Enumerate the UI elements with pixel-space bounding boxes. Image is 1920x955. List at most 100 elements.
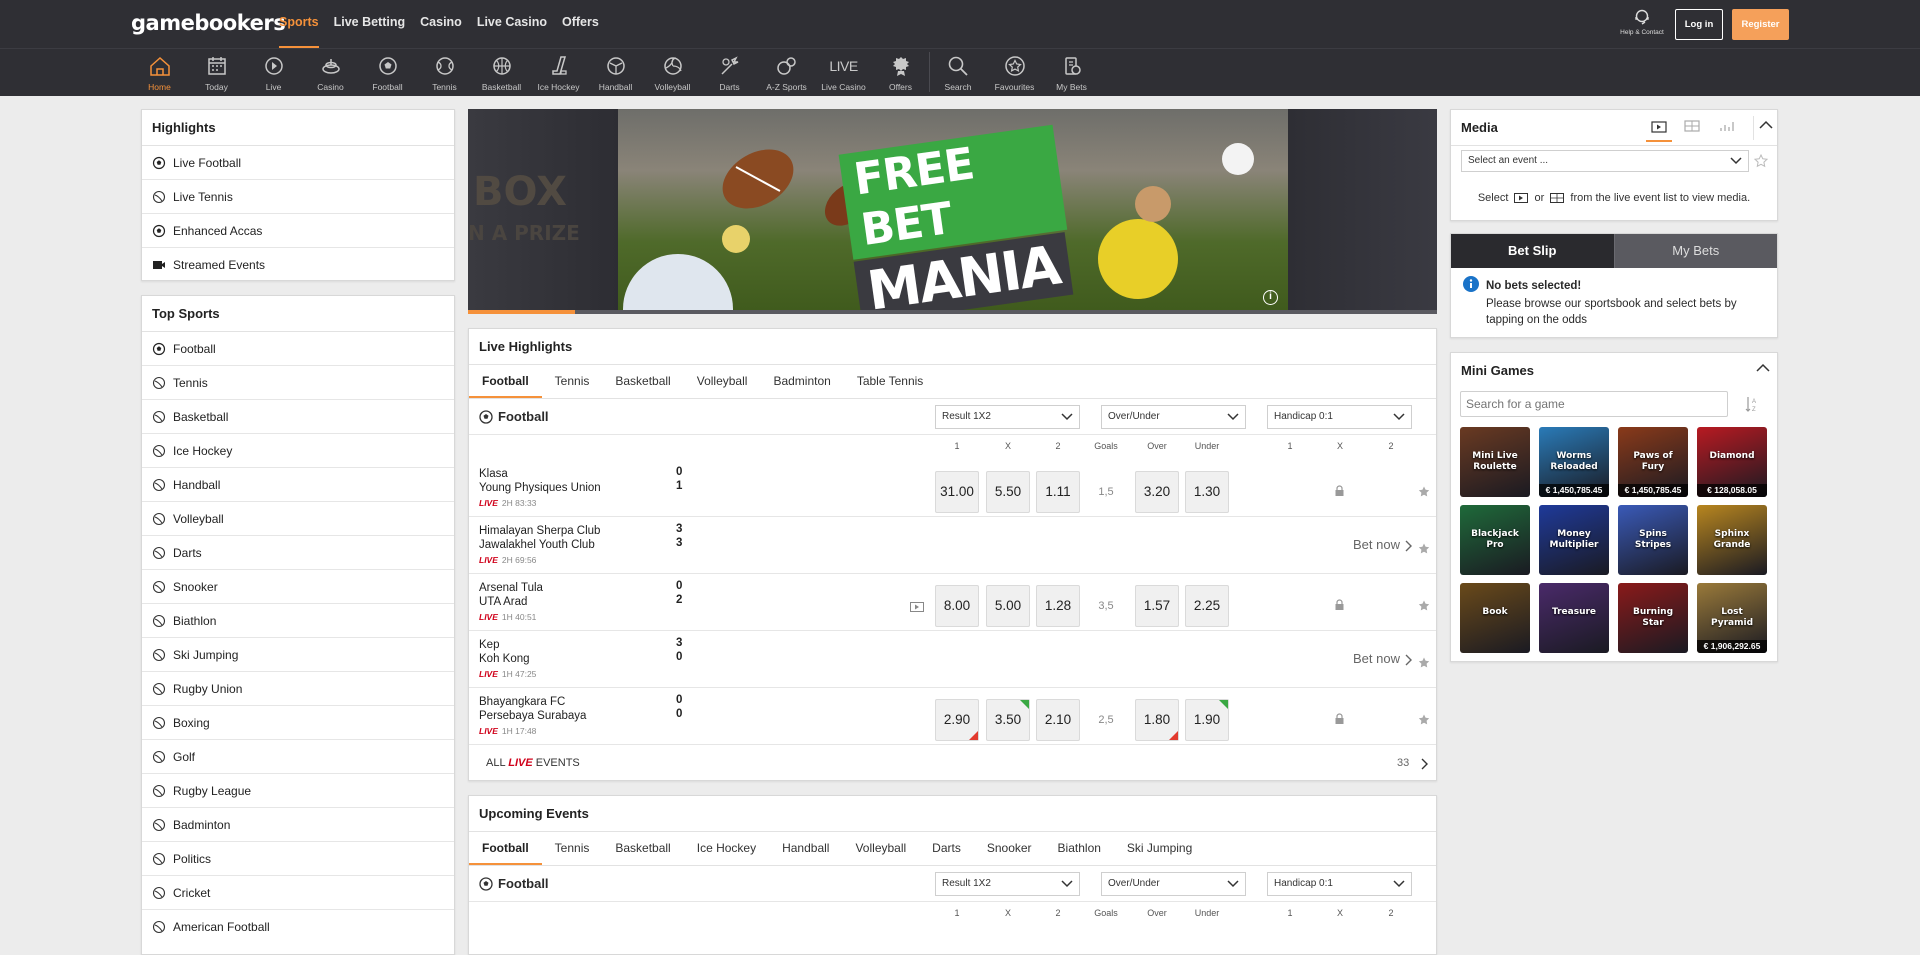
handicap-select[interactable]: Handicap 0:1 bbox=[1267, 872, 1412, 896]
favourite-button[interactable] bbox=[1418, 486, 1430, 501]
gamebookers-logo[interactable]: gamebookers bbox=[131, 11, 286, 35]
sidebar-item-live-football[interactable]: Live Football bbox=[142, 146, 454, 180]
over-under-select[interactable]: Over/Under bbox=[1101, 872, 1246, 896]
nav-live-casino[interactable]: LIVE Live Casino bbox=[815, 52, 872, 92]
odds-button-under[interactable]: 1.30 bbox=[1185, 471, 1229, 513]
sidebar-item-american-football[interactable]: American Football bbox=[142, 910, 454, 944]
mini-game-tile[interactable]: Lost Pyramid € 1,906,292.65 bbox=[1697, 583, 1767, 653]
nav-volleyball[interactable]: Volleyball bbox=[644, 52, 701, 92]
favourite-button[interactable] bbox=[1418, 600, 1430, 615]
tab-tennis[interactable]: Tennis bbox=[542, 365, 603, 398]
tab-handball[interactable]: Handball bbox=[769, 832, 842, 865]
mini-game-tile[interactable]: Treasure bbox=[1539, 583, 1609, 653]
sidebar-item-badminton[interactable]: Badminton bbox=[142, 808, 454, 842]
over-under-select[interactable]: Over/Under bbox=[1101, 405, 1246, 429]
match-row[interactable]: Kep Koh Kong 3 0 LIVE 1H 47:25 Bet now bbox=[469, 630, 1436, 688]
nav-sports[interactable]: Sports bbox=[279, 15, 319, 48]
sidebar-item-live-tennis[interactable]: Live Tennis bbox=[142, 180, 454, 214]
odds-button-under[interactable]: 1.90 bbox=[1185, 699, 1229, 741]
nav-favourites[interactable]: Favourites bbox=[986, 52, 1043, 92]
odds-button-rx[interactable]: 5.00 bbox=[986, 585, 1030, 627]
game-search-input[interactable] bbox=[1460, 391, 1728, 417]
tab-biathlon[interactable]: Biathlon bbox=[1045, 832, 1114, 865]
nav-football[interactable]: Football bbox=[359, 52, 416, 92]
odds-button-under[interactable]: 2.25 bbox=[1185, 585, 1229, 627]
nav-live[interactable]: Live bbox=[245, 52, 302, 92]
odds-button-r1[interactable]: 31.00 bbox=[935, 471, 979, 513]
favourite-button[interactable] bbox=[1418, 543, 1430, 558]
sidebar-item-streamed-events[interactable]: Streamed Events bbox=[142, 248, 454, 282]
media-collapse-button[interactable] bbox=[1753, 116, 1777, 140]
star-icon[interactable] bbox=[1754, 154, 1768, 168]
match-row[interactable]: Arsenal Tula UTA Arad 0 2 LIVE 1H 40:51 8.00 5.… bbox=[469, 573, 1436, 631]
nav-today[interactable]: Today bbox=[188, 52, 245, 92]
odds-button-over[interactable]: 1.57 bbox=[1135, 585, 1179, 627]
sidebar-item-snooker[interactable]: Snooker bbox=[142, 570, 454, 604]
media-event-select[interactable]: Select an event ... bbox=[1461, 150, 1749, 172]
nav-tennis[interactable]: Tennis bbox=[416, 52, 473, 92]
mini-game-tile[interactable]: Spins Stripes bbox=[1618, 505, 1688, 575]
bet-now-link[interactable]: Bet now bbox=[1353, 651, 1413, 666]
promo-banner[interactable]: BOX N A PRIZE FREE BET MANIA i bbox=[468, 109, 1437, 314]
help-contact-button[interactable]: Help & Contact bbox=[1618, 8, 1666, 36]
nav-casino[interactable]: Casino bbox=[302, 52, 359, 92]
sidebar-item-tennis[interactable]: Tennis bbox=[142, 366, 454, 400]
bet-slip-tab[interactable]: Bet Slip bbox=[1451, 234, 1614, 268]
media-video-tab[interactable] bbox=[1646, 118, 1672, 142]
tab-badminton[interactable]: Badminton bbox=[760, 365, 843, 398]
nav-handball[interactable]: Handball bbox=[587, 52, 644, 92]
tab-table-tennis[interactable]: Table Tennis bbox=[844, 365, 937, 398]
nav-my-bets[interactable]: My Bets bbox=[1043, 52, 1100, 92]
sidebar-item-golf[interactable]: Golf bbox=[142, 740, 454, 774]
tab-snooker[interactable]: Snooker bbox=[974, 832, 1045, 865]
mini-game-tile[interactable]: Sphinx Grande bbox=[1697, 505, 1767, 575]
sidebar-item-boxing[interactable]: Boxing bbox=[142, 706, 454, 740]
tab-football[interactable]: Football bbox=[469, 832, 542, 865]
sidebar-item-biathlon[interactable]: Biathlon bbox=[142, 604, 454, 638]
my-bets-tab[interactable]: My Bets bbox=[1613, 234, 1777, 268]
tab-volleyball[interactable]: Volleyball bbox=[842, 832, 919, 865]
sidebar-item-football[interactable]: Football bbox=[142, 332, 454, 366]
tab-football[interactable]: Football bbox=[469, 365, 542, 398]
all-live-events-link[interactable]: ALL LIVE EVENTS 33 bbox=[469, 746, 1436, 780]
tab-basketball[interactable]: Basketball bbox=[602, 365, 683, 398]
nav-live-casino[interactable]: Live Casino bbox=[477, 15, 547, 48]
sidebar-item-enhanced-accas[interactable]: Enhanced Accas bbox=[142, 214, 454, 248]
favourite-button[interactable] bbox=[1418, 714, 1430, 729]
odds-button-r2[interactable]: 1.11 bbox=[1036, 471, 1080, 513]
tab-ice-hockey[interactable]: Ice Hockey bbox=[684, 832, 769, 865]
favourite-button[interactable] bbox=[1418, 657, 1430, 672]
mini-game-tile[interactable]: Worms Reloaded € 1,450,785.45 bbox=[1539, 427, 1609, 497]
sidebar-item-ski-jumping[interactable]: Ski Jumping bbox=[142, 638, 454, 672]
mini-game-tile[interactable]: Money Multiplier bbox=[1539, 505, 1609, 575]
handicap-select[interactable]: Handicap 0:1 bbox=[1267, 405, 1412, 429]
odds-button-r1[interactable]: 8.00 bbox=[935, 585, 979, 627]
tab-volleyball[interactable]: Volleyball bbox=[684, 365, 761, 398]
sidebar-item-volleyball[interactable]: Volleyball bbox=[142, 502, 454, 536]
mini-game-tile[interactable]: Burning Star bbox=[1618, 583, 1688, 653]
nav-a-z-sports[interactable]: A-Z Sports bbox=[758, 52, 815, 92]
mini-game-tile[interactable]: Paws of Fury € 1,450,785.45 bbox=[1618, 427, 1688, 497]
mini-game-tile[interactable]: Blackjack Pro bbox=[1460, 505, 1530, 575]
tab-tennis[interactable]: Tennis bbox=[542, 832, 603, 865]
odds-button-rx[interactable]: 5.50 bbox=[986, 471, 1030, 513]
result-1x2-select[interactable]: Result 1X2 bbox=[935, 872, 1080, 896]
media-stats-tab[interactable] bbox=[1719, 120, 1735, 135]
sidebar-item-darts[interactable]: Darts bbox=[142, 536, 454, 570]
nav-casino[interactable]: Casino bbox=[420, 15, 462, 48]
nav-home[interactable]: Home bbox=[131, 52, 188, 92]
bet-now-link[interactable]: Bet now bbox=[1353, 537, 1413, 552]
sidebar-item-ice-hockey[interactable]: Ice Hockey bbox=[142, 434, 454, 468]
media-scoreboard-tab[interactable] bbox=[1684, 120, 1700, 135]
odds-button-over[interactable]: 1.80 bbox=[1135, 699, 1179, 741]
nav-offers[interactable]: Offers bbox=[562, 15, 599, 48]
mini-game-tile[interactable]: Book bbox=[1460, 583, 1530, 653]
odds-button-r2[interactable]: 2.10 bbox=[1036, 699, 1080, 741]
tab-basketball[interactable]: Basketball bbox=[602, 832, 683, 865]
login-button[interactable]: Log in bbox=[1675, 9, 1723, 40]
nav-ice-hockey[interactable]: Ice Hockey bbox=[530, 52, 587, 92]
sidebar-item-rugby-league[interactable]: Rugby League bbox=[142, 774, 454, 808]
nav-offers[interactable]: Offers bbox=[872, 52, 929, 92]
match-row[interactable]: Klasa Young Physiques Union 0 1 LIVE 2H 83:33… bbox=[469, 459, 1436, 517]
nav-live-betting[interactable]: Live Betting bbox=[334, 15, 406, 48]
